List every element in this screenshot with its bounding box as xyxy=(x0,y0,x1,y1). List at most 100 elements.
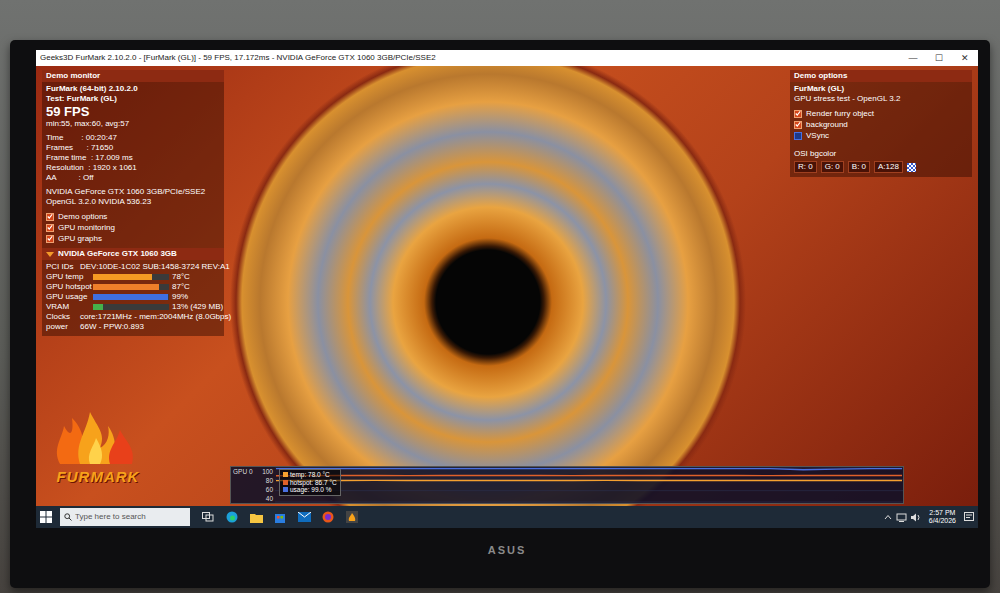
panel-body: FurMark (64-bit) 2.10.2.0Test: FurMark (… xyxy=(42,82,224,248)
title-bar: Geeks3D FurMark 2.10.2.0 - [FurMark (GL)… xyxy=(36,50,978,66)
mail-icon xyxy=(298,512,311,522)
option-label: Render furry object xyxy=(806,109,874,119)
search-icon xyxy=(64,513,72,521)
meter-track xyxy=(93,304,169,310)
furmark-app-icon xyxy=(346,511,358,523)
bgcolor-field[interactable]: A:128 xyxy=(874,161,903,173)
checkbox[interactable] xyxy=(46,224,54,232)
render-view: Demo monitorFurMark (64-bit) 2.10.2.0Tes… xyxy=(36,66,978,506)
checkbox[interactable] xyxy=(794,132,802,140)
volume-icon xyxy=(911,513,921,522)
option-row[interactable]: Demo options xyxy=(46,211,220,222)
checkbox[interactable] xyxy=(46,235,54,243)
system-tray: 2:57 PM6/4/2026 xyxy=(884,509,974,525)
series-line xyxy=(276,480,902,482)
meter-track xyxy=(93,294,169,300)
meter-fill xyxy=(93,304,103,310)
bgcolor-field[interactable]: R: 0 xyxy=(794,161,817,173)
option-row[interactable]: GPU graphs xyxy=(46,233,220,244)
flame-icon xyxy=(50,404,146,466)
meter-label: VRAM xyxy=(46,302,90,312)
option-row[interactable]: background xyxy=(794,119,968,130)
clock-date: 6/4/2026 xyxy=(929,517,956,525)
checkbox[interactable] xyxy=(794,110,802,118)
taskbar-apps xyxy=(198,507,362,527)
option-row[interactable]: VSync xyxy=(794,130,968,141)
series-line xyxy=(276,469,902,470)
gpu-section-header[interactable]: NVIDIA GeForce GTX 1060 3GB xyxy=(42,248,224,260)
graph-label: GPU 0 xyxy=(233,468,253,502)
bgcolor-label: OSI bgcolor xyxy=(794,149,968,159)
notification-icon xyxy=(964,512,974,522)
graph-tick: 80 xyxy=(256,477,273,484)
demo-options-panel: Demo optionsFurMark (GL)GPU stress test … xyxy=(790,70,972,177)
network-icon xyxy=(896,513,907,522)
monitor-options: Demo optionsGPU monitoringGPU graphs xyxy=(46,211,220,244)
checkbox[interactable] xyxy=(794,121,802,129)
meter-fill xyxy=(93,284,159,290)
color-swatch-icon[interactable] xyxy=(907,163,916,172)
panel-header: Demo monitor xyxy=(42,70,224,82)
bgcolor-field[interactable]: G: 0 xyxy=(821,161,844,173)
checkbox[interactable] xyxy=(46,213,54,221)
meter-row: GPU hotspot 87°C xyxy=(46,282,220,292)
info-row: power 66W - PPW:0.893 xyxy=(46,322,220,332)
monitor-brand: ASUS xyxy=(36,528,978,559)
demo-monitor-panel: Demo monitorFurMark (64-bit) 2.10.2.0Tes… xyxy=(42,70,224,336)
graph-ticks: 100 80 60 40 xyxy=(256,468,273,502)
gpu-section-body: PCI IDsDEV:10DE-1C02 SUB:1458-3724 REV:A… xyxy=(42,260,224,336)
legend-label: temp: 78.0 °C xyxy=(290,471,330,479)
legend-item: temp: 78.0 °C xyxy=(283,471,337,479)
folder-icon xyxy=(250,512,263,523)
task-view-icon xyxy=(202,512,214,522)
furmark-app-icon xyxy=(342,507,362,527)
bgcolor-field[interactable]: B: 0 xyxy=(848,161,870,173)
meter-label: GPU usage xyxy=(46,292,90,302)
info-label: power xyxy=(46,322,76,332)
folder-icon xyxy=(246,507,266,527)
meter-fill xyxy=(93,274,152,280)
meter-row: VRAM13% (429 MB) xyxy=(46,302,220,312)
taskbar-clock[interactable]: 2:57 PM6/4/2026 xyxy=(925,509,960,525)
meter-label: GPU hotspot xyxy=(46,282,90,292)
legend-label: hotspot: 86.7 °C xyxy=(290,479,337,487)
option-label: VSync xyxy=(806,131,829,141)
search-input[interactable] xyxy=(75,511,186,523)
panel-header: Demo options xyxy=(790,70,972,82)
chevron-up-icon xyxy=(884,514,892,520)
info-value: 66W - PPW:0.893 xyxy=(80,322,144,332)
fps-value: 59 FPS xyxy=(46,104,220,119)
legend-swatch xyxy=(283,480,288,485)
task-view-icon xyxy=(198,507,218,527)
window-control-button[interactable]: ☐ xyxy=(926,50,952,66)
flame-icon xyxy=(50,404,146,466)
meter-reading: 87°C xyxy=(172,282,190,292)
mail-icon xyxy=(294,507,314,527)
window-control-button[interactable]: ✕ xyxy=(952,50,978,66)
meter-track xyxy=(93,284,169,290)
meter-reading: 78°C xyxy=(172,272,190,282)
window-control-button[interactable]: — xyxy=(900,50,926,66)
graph-tick: 60 xyxy=(256,486,273,493)
option-label: GPU monitoring xyxy=(58,223,115,233)
network-icon xyxy=(896,513,907,522)
stat-line: Resolution : 1920 x 1061 xyxy=(46,163,220,173)
graph-canvas xyxy=(275,467,903,503)
volume-icon xyxy=(911,513,921,522)
taskbar-search[interactable] xyxy=(60,508,190,526)
stat-line: Frames : 71650 xyxy=(46,143,220,153)
graph-tick: 100 xyxy=(256,468,273,475)
pci-value: DEV:10DE-1C02 SUB:1458-3724 REV:A1 xyxy=(80,262,230,272)
option-row[interactable]: Render furry object xyxy=(794,108,968,119)
graph-tick: 40 xyxy=(256,495,273,502)
gpu-graph: GPU 0100 80 60 40 temp: 78.0 °Chotspot: 86.7… xyxy=(230,466,904,504)
clock-time: 2:57 PM xyxy=(929,509,956,517)
option-row[interactable]: GPU monitoring xyxy=(46,222,220,233)
stat-line: Time : 00:20:47 xyxy=(46,133,220,143)
furmark-logo: FURMARK xyxy=(50,404,146,489)
store-icon xyxy=(274,511,286,523)
meter-row: GPU temp78°C xyxy=(46,272,220,282)
pci-label: PCI IDs xyxy=(46,262,76,272)
render-options: Render furry objectbackgroundVSync xyxy=(794,108,968,141)
edge-icon xyxy=(222,507,242,527)
